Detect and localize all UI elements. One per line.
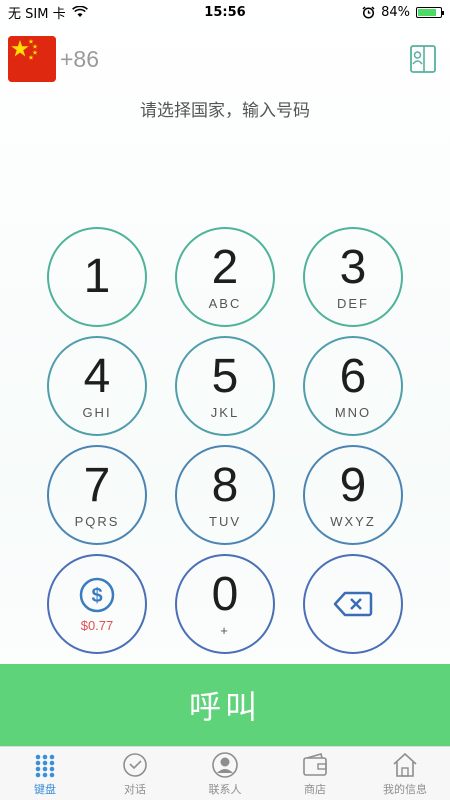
- backspace-icon: [333, 591, 373, 617]
- key-letters: MNO: [334, 404, 372, 420]
- dial-keypad: 1 2 ABC 3 DEF 4 GHI 5 JKL 6 MNO 7 PQRS 8…: [0, 0, 450, 660]
- key-digit: 8: [211, 458, 239, 512]
- tab-label: 联系人: [208, 782, 242, 796]
- backspace-button[interactable]: [303, 554, 403, 654]
- svg-text:$: $: [91, 585, 102, 607]
- wallet-icon: [303, 752, 327, 776]
- key-9[interactable]: 9 WXYZ: [303, 445, 403, 545]
- key-2[interactable]: 2 ABC: [175, 227, 275, 327]
- key-digit: 4: [83, 349, 111, 403]
- key-1[interactable]: 1: [47, 227, 147, 327]
- keypad-icon: [35, 754, 55, 777]
- key-digit: 2: [211, 240, 239, 294]
- key-digit: 3: [339, 240, 367, 294]
- key-3[interactable]: 3 DEF: [303, 227, 403, 327]
- tab-label: 对话: [124, 782, 146, 796]
- contact-icon: [212, 751, 238, 778]
- key-letters: +: [220, 622, 230, 638]
- key-digit: 9: [339, 458, 367, 512]
- key-0[interactable]: 0 +: [175, 554, 275, 654]
- tab-history[interactable]: 对话: [90, 747, 180, 800]
- key-letters: ABC: [208, 295, 242, 311]
- key-letters: JKL: [210, 404, 240, 420]
- history-icon: [123, 752, 147, 777]
- key-letters: TUV: [209, 513, 241, 529]
- key-letters: WXYZ: [330, 513, 376, 529]
- dollar-coin-icon: $: [79, 577, 115, 612]
- key-digit: 1: [83, 250, 111, 303]
- tab-my-info[interactable]: 我的信息: [360, 747, 450, 800]
- tab-label: 我的信息: [383, 782, 427, 796]
- key-letters: PQRS: [74, 513, 120, 529]
- call-button[interactable]: 呼叫: [0, 664, 450, 746]
- key-7[interactable]: 7 PQRS: [47, 445, 147, 545]
- key-letters: DEF: [337, 295, 369, 311]
- tab-contacts[interactable]: 联系人: [180, 747, 270, 800]
- key-4[interactable]: 4 GHI: [47, 336, 147, 436]
- key-digit: 0: [211, 567, 239, 621]
- key-8[interactable]: 8 TUV: [175, 445, 275, 545]
- tab-bar: 键盘 对话 联系人 商店 我的信息: [0, 746, 450, 800]
- tab-label: 商店: [304, 782, 326, 796]
- key-6[interactable]: 6 MNO: [303, 336, 403, 436]
- tab-store[interactable]: 商店: [270, 747, 360, 800]
- key-letters: GHI: [82, 404, 112, 420]
- key-digit: 6: [339, 349, 367, 403]
- tab-label: 键盘: [34, 782, 56, 796]
- balance-button[interactable]: $ $0.77: [47, 554, 147, 654]
- home-icon: [393, 752, 417, 777]
- tab-keypad[interactable]: 键盘: [0, 747, 90, 800]
- key-digit: 5: [211, 349, 239, 403]
- balance-amount: $0.77: [80, 617, 114, 633]
- key-digit: 7: [83, 458, 111, 512]
- key-5[interactable]: 5 JKL: [175, 336, 275, 436]
